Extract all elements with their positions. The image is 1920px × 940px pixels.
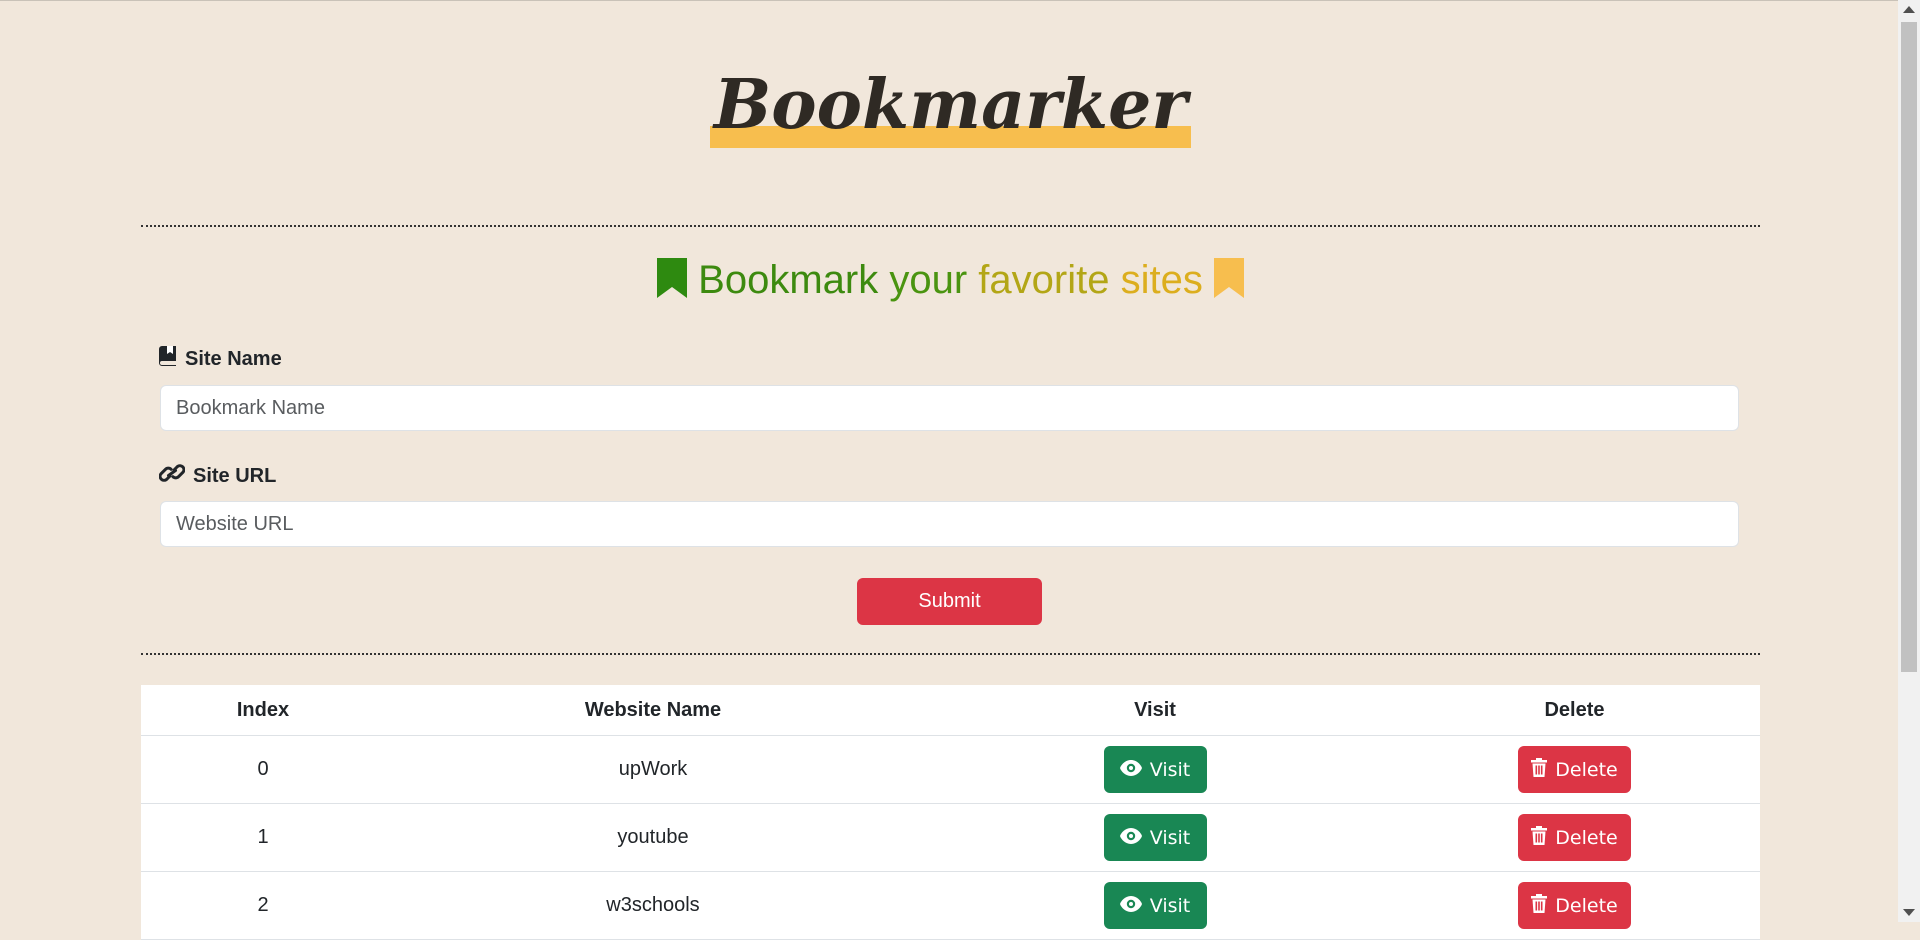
bottom-divider [141, 653, 1760, 655]
trash-icon [1531, 757, 1548, 782]
site-url-label-text: Site URL [193, 464, 277, 487]
visit-button[interactable]: Visit [1103, 746, 1207, 793]
eye-icon [1119, 759, 1142, 781]
delete-button[interactable]: Delete [1518, 814, 1631, 861]
visit-label: Visit [1149, 826, 1191, 849]
book-bookmark-icon [159, 346, 177, 372]
visit-label: Visit [1149, 894, 1191, 917]
heading-word-1: Bookmark [698, 258, 879, 302]
visit-label: Visit [1149, 758, 1191, 781]
submit-button[interactable]: Submit [857, 578, 1042, 625]
delete-button[interactable]: Delete [1518, 746, 1631, 793]
scrollbar-thumb[interactable] [1901, 22, 1917, 672]
row-delete-cell: Delete [1389, 871, 1760, 940]
row-index: 2 [141, 871, 385, 940]
logo-wrap: Bookmarker [141, 60, 1760, 150]
heading-word-4: sites [1120, 258, 1203, 302]
bookmark-yellow-icon [1213, 258, 1244, 310]
eye-icon [1119, 895, 1142, 917]
scroll-down-arrow-icon[interactable] [1903, 909, 1915, 916]
header-index: Index [141, 685, 385, 736]
delete-label: Delete [1555, 826, 1618, 849]
table-row: 2 w3schools Visit Delete [141, 871, 1760, 940]
bookmarks-table: Index Website Name Visit Delete 0 upWork [141, 685, 1760, 940]
heading-word-3: favorite [978, 258, 1110, 302]
row-index: 1 [141, 803, 385, 872]
row-delete-cell: Delete [1389, 803, 1760, 872]
app-logo: Bookmarker [709, 60, 1192, 150]
header-delete: Delete [1389, 685, 1760, 736]
site-name-label: Site Name [159, 346, 282, 372]
trash-icon [1531, 893, 1548, 918]
row-visit-cell: Visit [921, 735, 1389, 804]
eye-icon [1119, 827, 1142, 849]
bookmarks-table-wrap: Index Website Name Visit Delete 0 upWork [141, 685, 1760, 940]
row-website-name: upWork [385, 735, 921, 804]
site-name-label-text: Site Name [185, 347, 282, 370]
header-website-name: Website Name [385, 685, 921, 736]
delete-label: Delete [1555, 758, 1618, 781]
delete-label: Delete [1555, 894, 1618, 917]
page-top-border [0, 0, 1898, 1]
row-website-name: w3schools [385, 871, 921, 940]
trash-icon [1531, 825, 1548, 850]
header-visit: Visit [921, 685, 1389, 736]
row-visit-cell: Visit [921, 803, 1389, 872]
page-heading: Bookmark your favorite sites [141, 255, 1760, 310]
site-name-input[interactable] [160, 385, 1739, 431]
row-delete-cell: Delete [1389, 735, 1760, 804]
scroll-up-arrow-icon[interactable] [1903, 6, 1915, 13]
table-row: 0 upWork Visit Delete [141, 735, 1760, 804]
table-header-row: Index Website Name Visit Delete [141, 685, 1760, 736]
heading-word-2: your [889, 258, 968, 302]
top-divider [141, 225, 1760, 227]
row-visit-cell: Visit [921, 871, 1389, 940]
bookmark-green-icon [657, 258, 688, 310]
row-index: 0 [141, 735, 385, 804]
link-icon [158, 463, 186, 489]
table-row: 1 youtube Visit Delete [141, 803, 1760, 872]
site-url-input[interactable] [160, 501, 1739, 547]
row-website-name: youtube [385, 803, 921, 872]
vertical-scrollbar[interactable] [1898, 0, 1920, 922]
visit-button[interactable]: Visit [1103, 814, 1207, 861]
logo-text: Bookmarker [713, 65, 1188, 145]
site-url-label: Site URL [158, 463, 277, 489]
